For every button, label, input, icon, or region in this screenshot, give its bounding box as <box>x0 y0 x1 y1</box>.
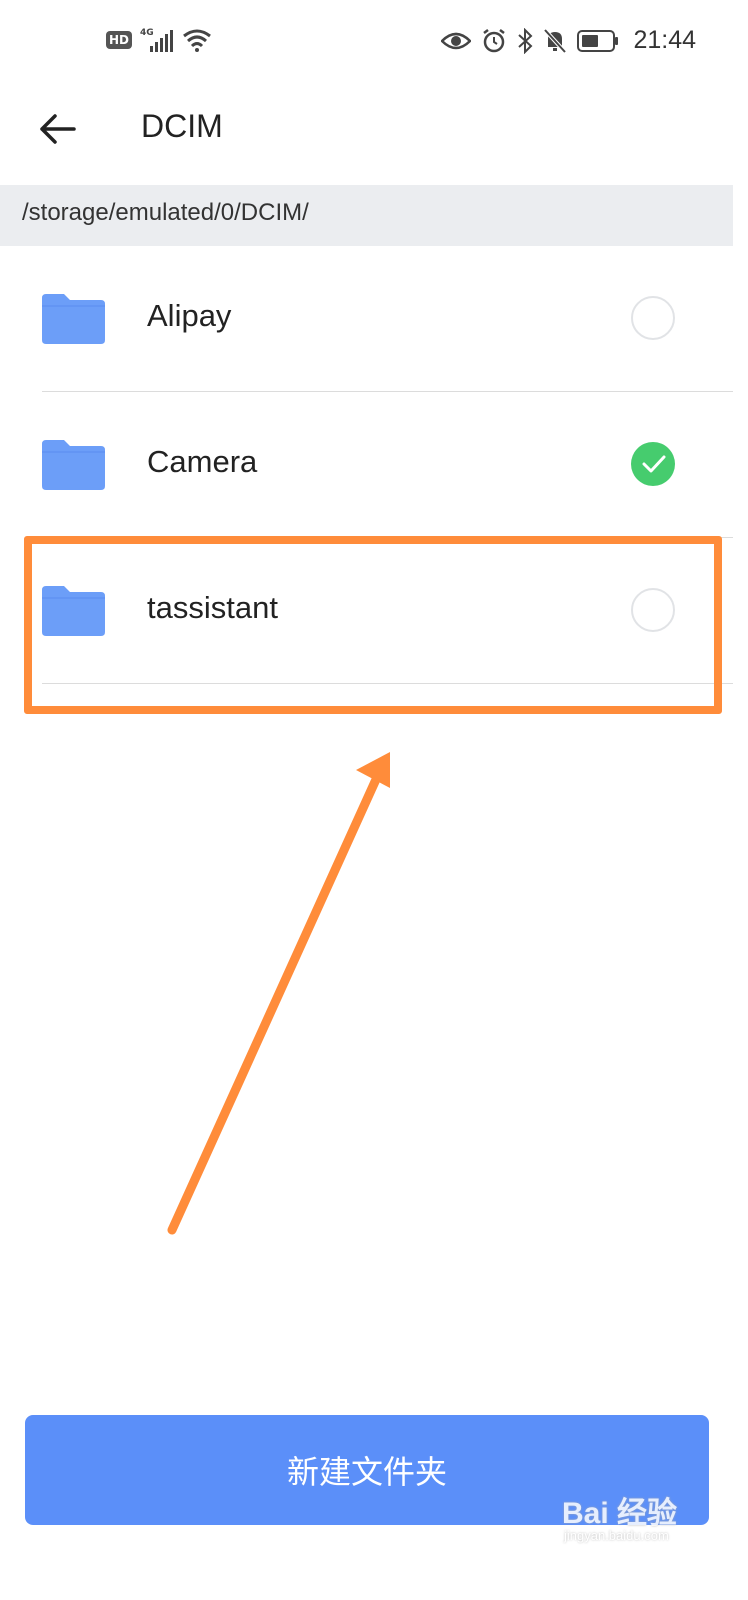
checkmark-icon <box>642 455 666 473</box>
folder-icon <box>42 440 105 490</box>
status-left: HD 4G <box>106 28 212 52</box>
folder-name: Camera <box>147 444 258 479</box>
select-radio[interactable] <box>631 296 675 340</box>
select-radio-checked[interactable] <box>631 442 675 486</box>
annotation-highlight-box <box>24 536 722 714</box>
bluetooth-icon <box>518 27 533 54</box>
folder-row-alipay[interactable]: Alipay <box>0 246 733 392</box>
folder-row-camera[interactable]: Camera <box>0 392 733 538</box>
folder-icon <box>42 294 105 344</box>
mute-bell-icon <box>543 28 567 53</box>
current-path: /storage/emulated/0/DCIM/ <box>22 199 309 226</box>
clock: 21:44 <box>633 26 696 54</box>
status-bar: HD 4G 21:44 <box>0 0 748 86</box>
arrow-left-icon <box>40 114 76 144</box>
status-right: 21:44 <box>441 26 696 55</box>
hd-badge: HD <box>106 31 133 49</box>
alarm-icon <box>483 28 506 52</box>
watermark-brand: Bai 经验 <box>562 1497 678 1530</box>
eye-icon <box>441 32 472 49</box>
cellular-signal-icon: 4G <box>140 28 174 52</box>
battery-icon <box>577 29 619 52</box>
folder-name: Alipay <box>147 298 232 333</box>
page-title: DCIM <box>141 108 223 144</box>
back-button[interactable] <box>36 108 78 150</box>
baidu-jingyan-watermark: Bai 经验 jingyan.baidu.com <box>562 1488 732 1548</box>
path-bar: /storage/emulated/0/DCIM/ <box>0 185 733 246</box>
wifi-icon <box>183 29 211 52</box>
watermark-domain: jingyan.baidu.com <box>564 1528 669 1543</box>
